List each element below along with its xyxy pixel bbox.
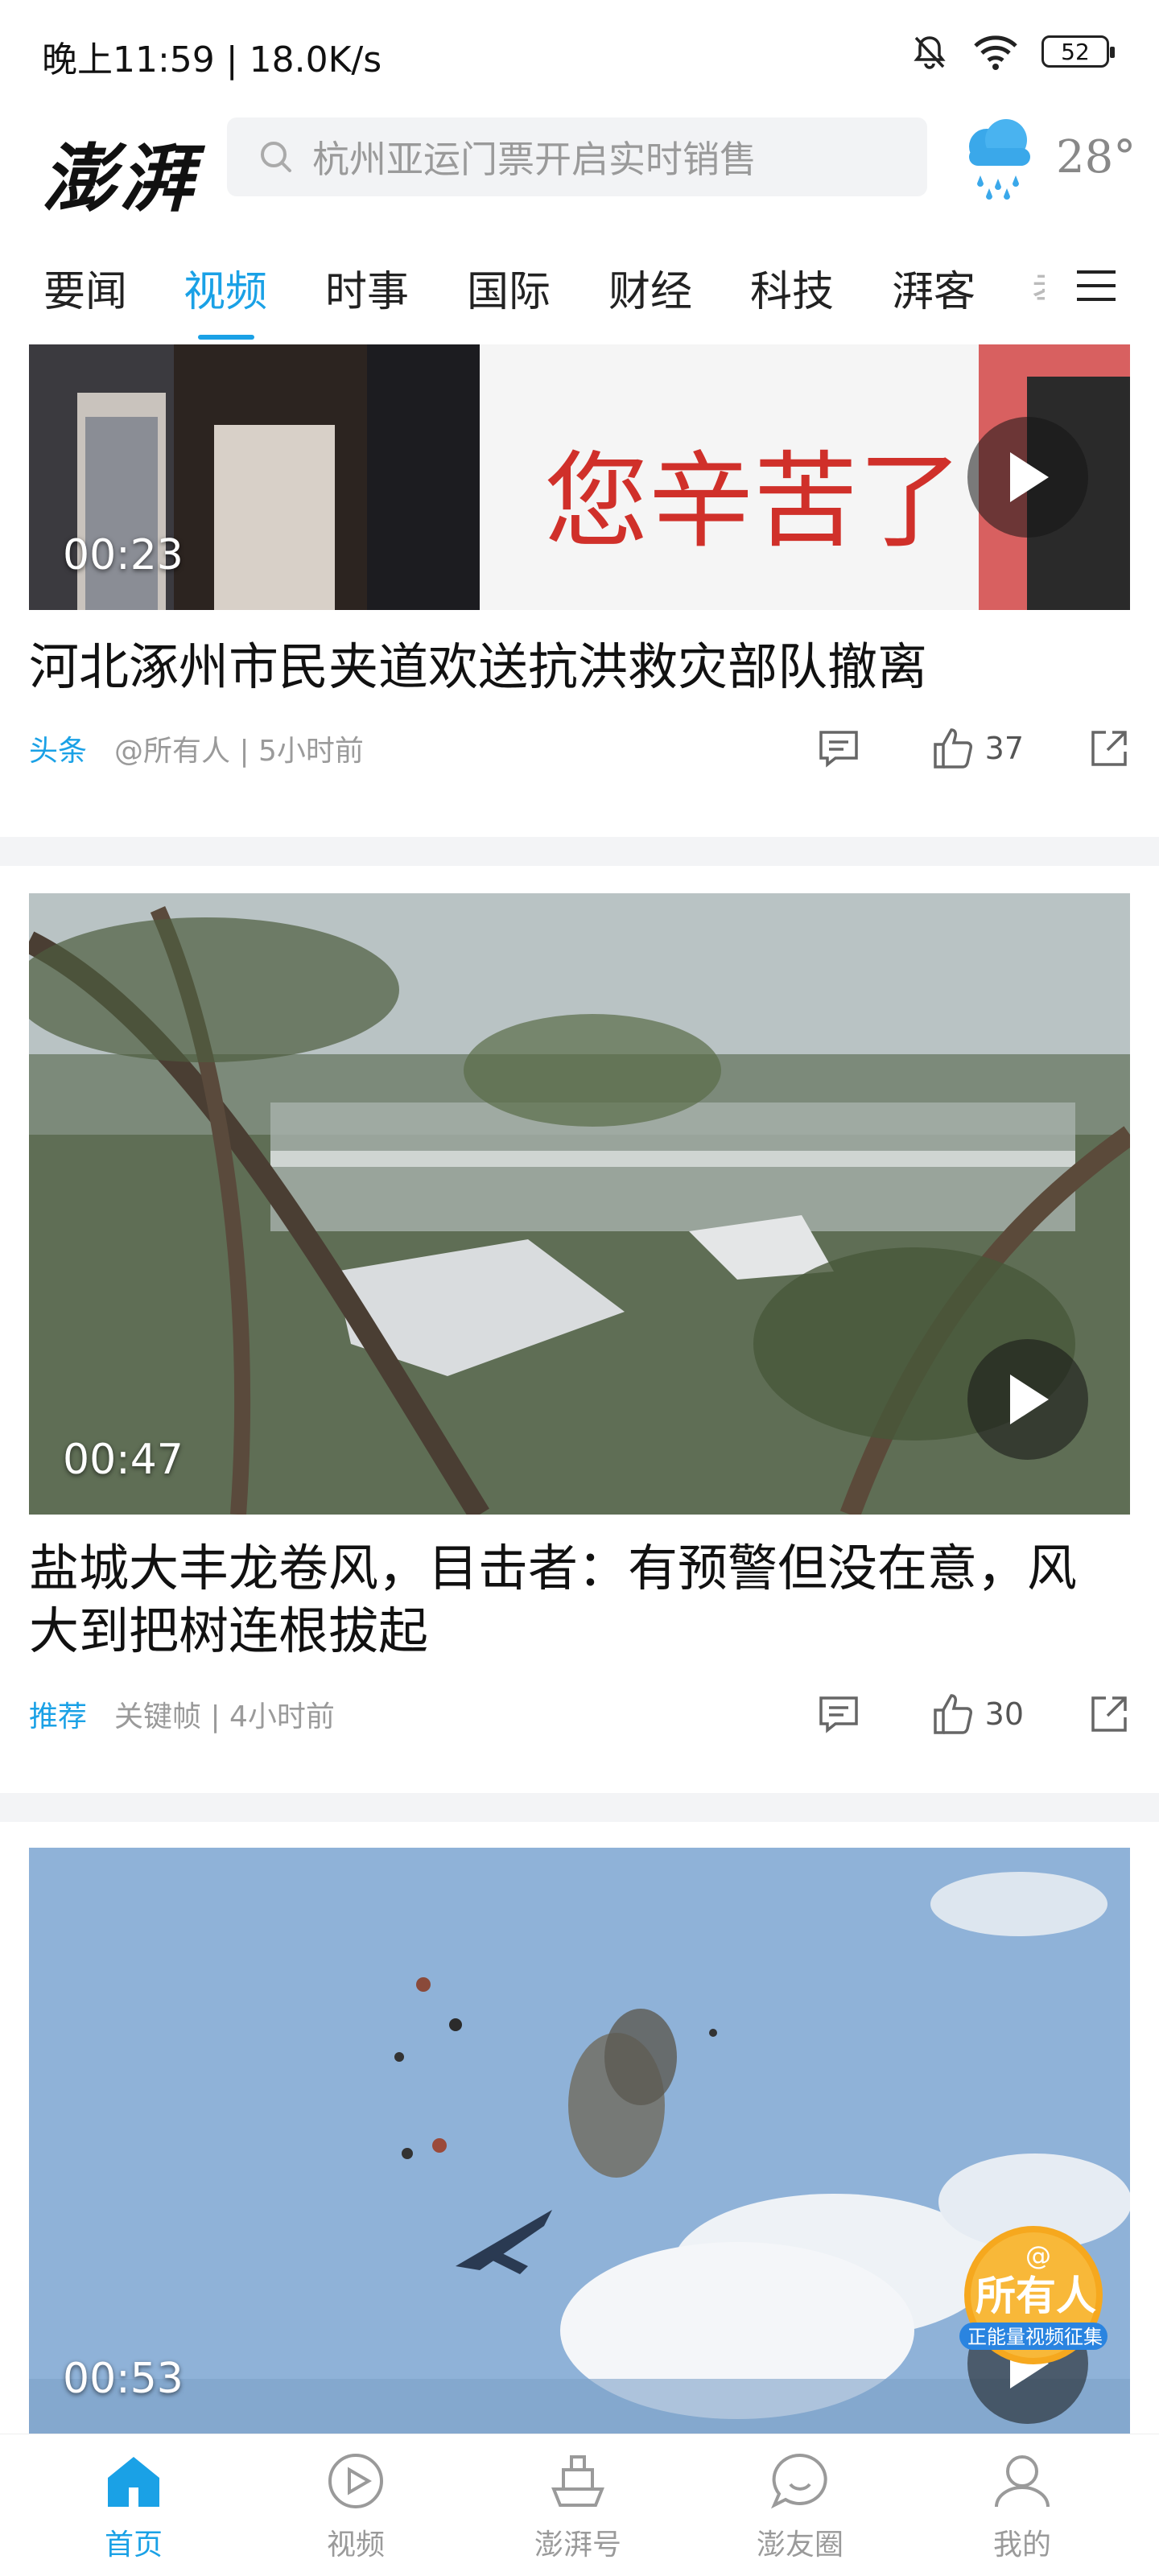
nav-pengpaihao-label: 澎湃号	[534, 2529, 621, 2562]
comment-icon[interactable]	[816, 726, 861, 771]
app-logo[interactable]: 澎湃	[42, 119, 196, 226]
banner-text: 您辛苦了	[544, 440, 963, 563]
nav-pengpaihao[interactable]: 澎湃号	[497, 2449, 658, 2563]
video-meta: 推荐 关键帧 | 4小时前 30	[29, 1690, 1130, 1738]
play-button[interactable]	[967, 417, 1088, 538]
play-button[interactable]	[967, 1339, 1088, 1460]
video-thumbnail[interactable]: 您辛苦了 00:23	[29, 344, 1130, 610]
comment-icon[interactable]	[816, 1692, 861, 1737]
video-actions: 37	[816, 724, 1130, 773]
tab-keji[interactable]: 科技	[750, 258, 834, 318]
video-thumbnail[interactable]: 00:47	[29, 893, 1130, 1515]
feed-divider	[0, 1793, 1159, 1822]
rain-cloud-icon	[969, 119, 1030, 200]
badge-sub: 正能量视频征集	[967, 2326, 1103, 2348]
video-title[interactable]: 盐城大丰龙卷风，目击者：有预警但没在意，风 大到把树连根拔起	[29, 1537, 1130, 1663]
video-title-line2: 大到把树连根拔起	[29, 1601, 429, 1660]
video-card[interactable]: 00:47 盐城大丰龙卷风，目击者：有预警但没在意，风 大到把树连根拔起 推荐 …	[29, 893, 1130, 1778]
battery-icon: 52	[1041, 35, 1115, 68]
status-time-speed: 晚上11:59 | 18.0K/s	[42, 39, 382, 80]
category-tabs: 要闻 视频 时事 国际 财经 科技 湃客 孝	[0, 241, 1159, 346]
like-button[interactable]: 30	[930, 1691, 1024, 1737]
bottom-navigation: 首页 视频 澎湃号 澎友圈 我的	[0, 2434, 1159, 2576]
search-placeholder: 杭州亚运门票开启实时销售	[312, 138, 757, 181]
battery-level: 52	[1061, 38, 1090, 65]
wifi-icon	[974, 35, 1017, 70]
nav-profile-label: 我的	[992, 2529, 1051, 2562]
video-duration: 00:47	[63, 1436, 184, 1484]
menu-icon[interactable]	[1072, 266, 1120, 306]
video-tag[interactable]: 推荐	[29, 1693, 87, 1735]
like-count: 37	[984, 731, 1024, 766]
tab-guoji[interactable]: 国际	[467, 258, 551, 318]
video-title[interactable]: 河北涿州市民夹道欢送抗洪救灾部队撤离	[29, 636, 1130, 699]
ship-icon	[551, 2455, 604, 2507]
nav-pengyouquan[interactable]: 澎友圈	[720, 2449, 881, 2563]
badge-at: @	[1025, 2240, 1051, 2271]
search-bar[interactable]: 杭州亚运门票开启实时销售	[227, 117, 927, 196]
weather-widget[interactable]: 28°	[958, 113, 1136, 201]
tab-partial[interactable]: 孝	[1032, 258, 1045, 318]
video-source-time: @所有人 | 5小时前	[114, 735, 364, 768]
status-bar: 晚上11:59 | 18.0K/s 52	[0, 0, 1159, 105]
video-duration: 00:23	[63, 531, 184, 579]
video-tag[interactable]: 头条	[29, 727, 87, 769]
campaign-badge[interactable]: @ 所有人 正能量视频征集	[955, 2223, 1112, 2368]
status-icons: 52	[909, 29, 1115, 74]
campaign-badge-graphic: @ 所有人 正能量视频征集	[959, 2226, 1107, 2364]
thumbnail-image	[29, 893, 1130, 1515]
video-duration: 00:53	[63, 2355, 184, 2403]
thumbnail-image: 您辛苦了	[29, 344, 1130, 610]
bell-muted-icon	[914, 36, 946, 69]
tab-paike[interactable]: 湃客	[892, 258, 975, 318]
share-icon[interactable]	[1088, 727, 1130, 769]
tab-shishi[interactable]: 时事	[325, 258, 409, 318]
tab-video[interactable]: 视频	[184, 258, 267, 318]
thumbs-up-icon	[933, 728, 972, 769]
weather-temperature: 28°	[1056, 130, 1136, 183]
app-header: 澎湃 杭州亚运门票开启实时销售 28°	[0, 105, 1159, 222]
nav-video[interactable]: 视频	[275, 2449, 436, 2563]
tab-caijing[interactable]: 财经	[608, 258, 692, 318]
chat-bubble-icon	[771, 2453, 827, 2509]
video-actions: 30	[816, 1690, 1130, 1738]
nav-home[interactable]: 首页	[53, 2449, 214, 2563]
tab-yaowen[interactable]: 要闻	[43, 258, 127, 318]
video-card[interactable]: 您辛苦了 00:23 河北涿州市民夹道欢送抗洪救灾部队撤离 头条 @所有人 | …	[29, 344, 1130, 827]
like-count: 30	[984, 1696, 1024, 1732]
play-icon	[1010, 1375, 1049, 1424]
feed-divider	[0, 837, 1159, 866]
play-icon	[1010, 452, 1049, 502]
nav-home-label: 首页	[104, 2529, 163, 2562]
like-button[interactable]: 37	[930, 725, 1024, 772]
nav-video-label: 视频	[326, 2529, 385, 2562]
home-icon	[108, 2457, 159, 2507]
search-icon	[261, 142, 291, 172]
badge-main: 所有人	[975, 2273, 1096, 2319]
video-source-time: 关键帧 | 4小时前	[114, 1700, 335, 1733]
video-title-line1: 盐城大丰龙卷风，目击者：有预警但没在意，风	[29, 1539, 1078, 1597]
video-meta: 头条 @所有人 | 5小时前 37	[29, 724, 1130, 773]
user-icon	[995, 2455, 1050, 2508]
nav-profile[interactable]: 我的	[942, 2449, 1103, 2563]
share-icon[interactable]	[1088, 1693, 1130, 1735]
thumbs-up-icon	[933, 1694, 972, 1734]
video-play-icon	[328, 2454, 383, 2508]
nav-pengyouquan-label: 澎友圈	[756, 2529, 843, 2562]
active-tab-indicator	[198, 335, 254, 340]
